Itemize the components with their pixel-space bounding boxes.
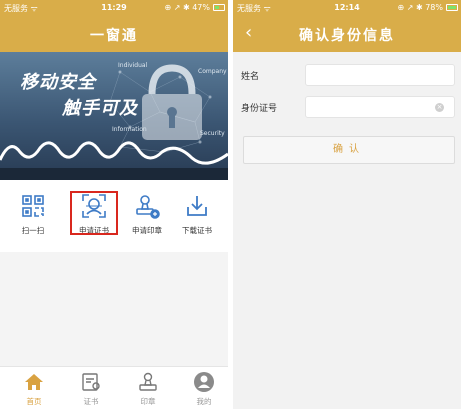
apply-seal-label: 申请印章 bbox=[132, 226, 162, 235]
battery-icon bbox=[446, 4, 458, 11]
id-number-row: 身份证号 × bbox=[233, 96, 461, 118]
home-screen: 无服务 ᯤ 11:29 ⊕ ↗ ✱ 47% 一窗通 Individual Com… bbox=[0, 0, 228, 409]
tab-profile[interactable]: 我的 bbox=[182, 371, 226, 407]
banner-tag: Company bbox=[198, 68, 227, 75]
nav-bar: ‹ 确认身份信息 bbox=[233, 16, 461, 52]
tab-profile-label: 我的 bbox=[196, 397, 212, 406]
seal-stamp-icon bbox=[133, 192, 161, 220]
status-icons: ⊕ ↗ ✱ 78% bbox=[397, 3, 443, 12]
download-icon bbox=[183, 192, 211, 220]
banner-tag: Security bbox=[200, 130, 225, 137]
apply-seal-button[interactable]: 申请印章 bbox=[122, 192, 172, 236]
padlock-icon bbox=[142, 64, 202, 140]
banner: Individual Company Information Security … bbox=[0, 52, 228, 180]
page-title: 确认身份信息 bbox=[299, 28, 395, 44]
battery-icon bbox=[213, 4, 225, 11]
name-input[interactable] bbox=[305, 64, 455, 86]
tab-certificate-label: 证书 bbox=[83, 397, 99, 406]
tab-seal[interactable]: 印章 bbox=[126, 371, 170, 407]
profile-icon bbox=[193, 371, 215, 393]
tab-home[interactable]: 首页 bbox=[12, 371, 56, 407]
seal-icon bbox=[137, 371, 159, 393]
confirm-button[interactable]: 确认 bbox=[243, 136, 455, 164]
highlight-box bbox=[70, 191, 118, 235]
banner-tag: Individual bbox=[118, 62, 148, 69]
name-label: 姓名 bbox=[241, 72, 260, 82]
id-number-input[interactable]: × bbox=[305, 96, 455, 118]
tab-seal-label: 印章 bbox=[140, 397, 156, 406]
scan-label: 扫一扫 bbox=[21, 226, 45, 235]
home-icon bbox=[23, 371, 45, 393]
status-icons: ⊕ ↗ ✱ 47% bbox=[164, 3, 210, 12]
slogan-line-1: 移动安全 bbox=[20, 72, 96, 93]
download-certificate-label: 下载证书 bbox=[182, 226, 212, 235]
status-bar: 无服务 ᯤ 11:29 ⊕ ↗ ✱ 47% bbox=[0, 0, 228, 16]
status-bar: 无服务 ᯤ 12:14 ⊕ ↗ ✱ 78% bbox=[233, 0, 461, 16]
id-number-label: 身份证号 bbox=[241, 104, 278, 114]
identity-form: 姓名 身份证号 × bbox=[233, 64, 461, 128]
confirm-identity-screen: 无服务 ᯤ 12:14 ⊕ ↗ ✱ 78% ‹ 确认身份信息 姓名 身份证号 ×… bbox=[233, 0, 461, 409]
nav-bar: 一窗通 bbox=[0, 16, 228, 52]
download-certificate-button[interactable]: 下载证书 bbox=[172, 192, 222, 236]
qr-scan-icon bbox=[19, 192, 47, 220]
tab-home-label: 首页 bbox=[26, 397, 42, 406]
banner-tag: Information bbox=[112, 126, 147, 133]
tab-bar: 首页 证书 印章 我的 bbox=[0, 366, 228, 409]
tab-certificate[interactable]: 证书 bbox=[69, 371, 113, 407]
certificate-icon bbox=[80, 371, 102, 393]
page-title: 一窗通 bbox=[90, 28, 138, 44]
scan-button[interactable]: 扫一扫 bbox=[8, 192, 58, 236]
name-row: 姓名 bbox=[233, 64, 461, 86]
light-trail bbox=[0, 141, 228, 165]
clear-icon[interactable]: × bbox=[435, 103, 444, 112]
slogan-line-2: 触手可及 bbox=[62, 98, 138, 119]
